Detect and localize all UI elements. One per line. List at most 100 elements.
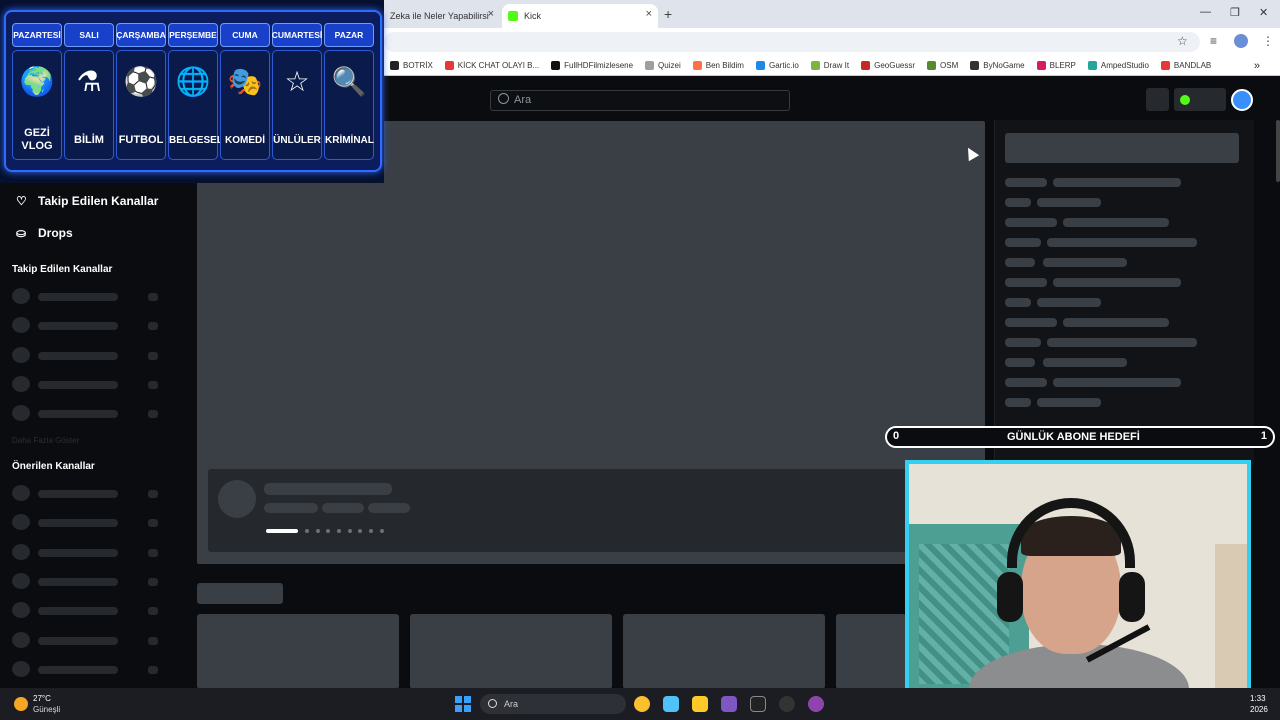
header-skeleton-button[interactable] — [1146, 88, 1169, 111]
photos-icon[interactable] — [663, 696, 679, 712]
epic-games-icon[interactable] — [750, 696, 766, 712]
followed-channels-heading: Takip Edilen Kanallar — [12, 264, 113, 275]
bookmark-item[interactable]: Ben Bildim — [692, 61, 744, 70]
heart-icon: ♡ — [16, 194, 27, 208]
channel-skeleton-row — [12, 602, 162, 618]
bookmark-favicon-icon — [444, 61, 454, 70]
taskbar-search[interactable] — [480, 694, 626, 714]
schedule-card: 🌐 BELGESEL — [168, 50, 223, 160]
show-more-link[interactable]: Daha Fazla Göster — [12, 436, 79, 445]
sidebar-item-label: Takip Edilen Kanallar — [38, 194, 159, 208]
stream-thumbnail-skeleton[interactable] — [197, 614, 399, 689]
schedule-card-label: ÜNLÜLER — [273, 135, 321, 146]
carousel-dot[interactable] — [337, 529, 341, 533]
taskbar-search-placeholder: Ara — [504, 699, 519, 709]
bookmark-item[interactable]: AmpedStudio — [1087, 61, 1149, 70]
weather-sun-icon[interactable] — [14, 697, 28, 711]
windows-start-icon[interactable] — [455, 696, 471, 712]
schedule-card-label: KRİMİNAL — [325, 135, 374, 146]
minimize-icon[interactable]: — — [1200, 6, 1211, 18]
bookmark-item[interactable]: OSM — [927, 61, 958, 70]
stream-thumbnail-skeleton[interactable] — [836, 614, 906, 689]
schedule-day: PERŞEMBE — [168, 23, 218, 47]
app-icon[interactable] — [779, 696, 795, 712]
search-placeholder: Ara — [514, 94, 532, 106]
close-tab-icon[interactable]: × — [646, 8, 652, 20]
file-explorer-icon[interactable] — [692, 696, 708, 712]
tab-zeka[interactable]: Zeka ile Neler Yapabilirsi × — [384, 4, 500, 28]
more-bookmarks-icon[interactable]: » — [1254, 60, 1260, 72]
recommended-channels-heading: Önerilen Kanallar — [12, 461, 95, 472]
bookmarks-bar: BOTRİX KİCK CHAT OLAYI B... FullHDFilmiz… — [384, 56, 1280, 76]
category-heading-skeleton — [197, 583, 283, 604]
bookmark-favicon-icon — [551, 61, 561, 70]
channel-skeleton-row — [12, 514, 162, 530]
address-bar[interactable] — [384, 32, 1200, 52]
bookmark-item[interactable]: FullHDFilmizlesene — [551, 61, 633, 70]
goal-title: GÜNLÜK ABONE HEDEFİ — [1007, 431, 1140, 443]
restore-icon[interactable]: ❐ — [1230, 6, 1240, 19]
bookmark-item[interactable]: BANDLAB — [1160, 61, 1211, 70]
stream-thumbnail-skeleton[interactable] — [623, 614, 825, 689]
carousel-dot[interactable] — [380, 529, 384, 533]
bookmark-item[interactable]: BOTRİX — [390, 61, 433, 70]
channel-skeleton-row — [12, 632, 162, 648]
bookmark-item[interactable]: BLERP — [1036, 61, 1076, 70]
search-input[interactable] — [490, 90, 790, 111]
schedule-card: 🎭 KOMEDİ — [220, 50, 270, 160]
carousel-dot[interactable] — [348, 529, 352, 533]
media-control-icon[interactable]: ≡ — [1210, 34, 1217, 48]
carousel-tag-skeleton — [368, 503, 410, 513]
tab-kick[interactable]: Kick × — [502, 4, 658, 28]
teams-icon[interactable] — [721, 696, 737, 712]
webcam-pillow — [1215, 544, 1247, 712]
bookmark-favicon-icon — [1160, 61, 1170, 70]
profile-avatar[interactable] — [1234, 34, 1248, 48]
page-scrollbar[interactable] — [1276, 120, 1280, 182]
bookmark-favicon-icon — [390, 61, 399, 70]
taskbar-date[interactable]: 2026 — [1250, 705, 1268, 714]
taskbar-time[interactable]: 1:33 — [1250, 694, 1266, 703]
bookmark-item[interactable]: GeoGuessr — [861, 61, 915, 70]
bookmark-star-icon[interactable]: ☆ — [1177, 34, 1188, 48]
channel-skeleton-row — [12, 544, 162, 560]
bookmark-item[interactable]: ByNoGame — [970, 61, 1025, 70]
webcam-overlay — [905, 460, 1251, 716]
schedule-day: CUMARTESİ — [272, 23, 322, 47]
channel-skeleton-row — [12, 661, 162, 677]
search-icon — [488, 699, 497, 708]
schedule-card: 🔍 KRİMİNAL — [324, 50, 374, 160]
headphone-left — [997, 572, 1023, 622]
new-tab-icon[interactable]: + — [664, 6, 672, 22]
sidebar-item-drops[interactable]: ⛀ Drops — [16, 226, 73, 240]
star-icon: ☆ — [284, 66, 310, 97]
bookmark-item[interactable]: Draw It — [810, 61, 849, 70]
weather-temperature: 27°C — [33, 694, 51, 703]
bookmark-item[interactable]: Quizei — [645, 61, 681, 70]
carousel-dot[interactable] — [369, 529, 373, 533]
goal-current: 0 — [893, 430, 900, 442]
sidebar-item-following[interactable]: ♡ Takip Edilen Kanallar — [16, 194, 158, 208]
carousel-dot[interactable] — [305, 529, 309, 533]
channel-skeleton-row — [12, 485, 162, 501]
earth-icon: 🌐 — [175, 66, 211, 97]
chrome-icon[interactable] — [634, 696, 650, 712]
bookmark-item[interactable]: KİCK CHAT OLAYI B... — [444, 61, 539, 70]
bookmark-item[interactable]: Gartic.io — [755, 61, 799, 70]
close-tab-icon[interactable]: × — [488, 8, 494, 20]
close-window-icon[interactable]: ✕ — [1259, 6, 1268, 19]
carousel-dot-active[interactable] — [266, 529, 298, 533]
schedule-day: PAZARTESİ — [12, 23, 62, 47]
drops-icon: ⛀ — [16, 226, 27, 240]
carousel-dot[interactable] — [358, 529, 362, 533]
browser-menu-icon[interactable]: ⋮ — [1262, 34, 1274, 48]
stream-thumbnail-skeleton[interactable] — [410, 614, 612, 689]
user-avatar[interactable] — [1231, 89, 1253, 111]
schedule-card-label: FUTBOL — [118, 134, 164, 146]
twitch-app-icon[interactable] — [808, 696, 824, 712]
schedule-card: 🌍 GEZİ VLOG — [12, 50, 62, 160]
schedule-day: SALI — [64, 23, 114, 47]
carousel-dot[interactable] — [326, 529, 330, 533]
comedy-mask-icon: 🎭 — [227, 66, 263, 97]
carousel-dot[interactable] — [316, 529, 320, 533]
